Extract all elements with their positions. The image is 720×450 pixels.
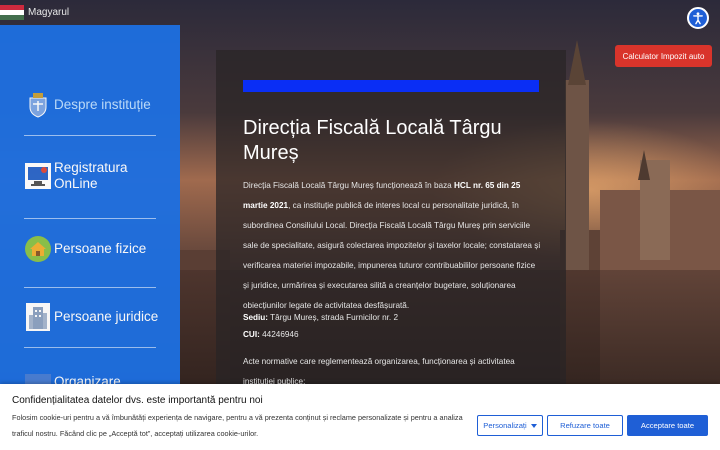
sidebar-divider [24, 287, 156, 288]
building-icon [24, 303, 52, 331]
cui-value: 44246946 [259, 330, 299, 339]
sidebar-item-label: Despre instituție [54, 97, 151, 112]
cookie-text: Folosim cookie-uri pentru a vă îmbunătăț… [12, 413, 463, 438]
sidebar-item-label: Registratura OnLine [54, 160, 128, 191]
description-text: , ca instituție publică de interes local… [243, 201, 541, 310]
language-label: Magyarul [28, 6, 70, 18]
cookie-title: Confidențialitatea datelor dvs. este imp… [12, 395, 263, 406]
sidebar-item-legal-entities[interactable]: Persoane juridice [24, 303, 158, 331]
sidebar-item-individuals[interactable]: Persoane fizice [24, 235, 146, 263]
accent-bar [243, 80, 539, 92]
sidebar-item-label: Persoane juridice [54, 309, 159, 324]
cookie-banner: Confidențialitatea datelor dvs. este imp… [0, 384, 720, 450]
tax-calculator-button[interactable]: Calculator Impozit auto [615, 45, 712, 67]
institution-info: Sediu: Târgu Mureș, strada Furnicilor nr… [243, 309, 543, 343]
accessibility-button[interactable] [687, 7, 709, 29]
sidebar-item-online-registry[interactable]: Registratura OnLine [24, 160, 134, 192]
customize-label: Personalizați [483, 421, 527, 430]
hungarian-flag-icon [0, 4, 24, 20]
sidebar-item-label: Persoane fizice [54, 241, 147, 256]
sidebar-divider [24, 135, 156, 136]
chevron-down-icon [530, 423, 537, 428]
customize-button[interactable]: Personalizați [477, 415, 543, 436]
refuse-all-button[interactable]: Refuzare toate [547, 415, 623, 436]
cui-label: CUI: [243, 330, 260, 339]
house-icon [24, 235, 52, 263]
seat-value: Târgu Mureș, strada Furnicilor nr. 2 [268, 313, 399, 322]
description-text: Direcția Fiscală Locală Târgu Mureș func… [243, 181, 455, 190]
language-switch[interactable]: Magyarul [0, 3, 69, 21]
sidebar-item-about[interactable]: Despre instituție [24, 91, 151, 119]
computer-icon [24, 162, 52, 190]
coat-of-arms-icon [24, 91, 52, 119]
accessibility-icon [693, 12, 703, 25]
seat-label: Sediu: [243, 313, 269, 322]
institution-description: Direcția Fiscală Locală Târgu Mureș func… [243, 176, 543, 316]
sidebar-divider [24, 218, 156, 219]
sidebar-divider [24, 347, 156, 348]
accept-all-button[interactable]: Acceptare toate [627, 415, 708, 436]
page-title: Direcția Fiscală Locală Târgu Mureș [243, 117, 502, 164]
